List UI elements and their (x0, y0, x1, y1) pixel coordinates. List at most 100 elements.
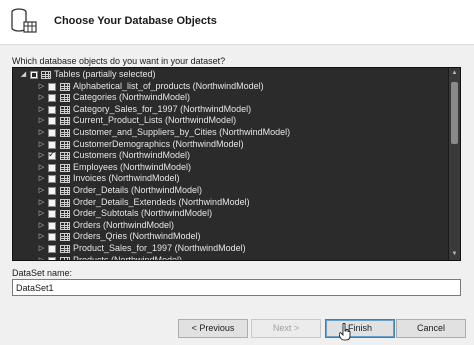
tree-item[interactable]: ▷ Customer_and_Suppliers_by_Cities (North… (13, 127, 448, 139)
table-icon (60, 82, 70, 91)
tree-item[interactable]: ▷ Current_Product_Lists (NorthwindModel) (13, 115, 448, 127)
item-checkbox[interactable] (48, 244, 56, 253)
item-checkbox[interactable] (48, 221, 56, 230)
table-icon (60, 221, 70, 230)
item-checkbox[interactable] (48, 233, 56, 242)
expand-arrow-icon[interactable]: ▷ (37, 127, 46, 139)
table-icon (60, 244, 70, 253)
tree-item-label: Products (NorthwindModel) (73, 254, 183, 261)
table-icon (60, 105, 70, 114)
table-icon (60, 163, 70, 172)
vertical-scrollbar[interactable]: ▲ ▼ (448, 68, 460, 260)
cancel-button[interactable]: Cancel (396, 319, 466, 338)
database-wizard-icon (11, 8, 37, 33)
tree-node-label: Tables (partially selected) (54, 69, 156, 79)
scroll-down-arrow-icon[interactable]: ▼ (449, 249, 460, 260)
tree-item[interactable]: ▷ Order_Subtotals (NorthwindModel) (13, 208, 448, 220)
tree-item[interactable]: ▷ Alphabetical_list_of_products (Northwin… (13, 81, 448, 93)
tree-item[interactable]: ▷ Orders (NorthwindModel) (13, 220, 448, 232)
tree-item-label: Customer_and_Suppliers_by_Cities (Northw… (73, 126, 291, 137)
page-title: Choose Your Database Objects (54, 15, 217, 27)
item-checkbox[interactable] (48, 150, 56, 162)
expand-arrow-icon[interactable]: ▷ (37, 92, 46, 104)
item-checkbox[interactable] (48, 175, 56, 184)
tree-item[interactable]: ▷ Product_Sales_for_1997 (NorthwindModel) (13, 243, 448, 255)
scroll-up-arrow-icon[interactable]: ▲ (449, 68, 460, 79)
tree-item-label: Order_Details_Extendeds (NorthwindModel) (73, 196, 250, 207)
table-icon (60, 117, 70, 126)
dataset-name-input[interactable] (12, 279, 461, 296)
tree-item[interactable]: ▷ Orders_Qries (NorthwindModel) (13, 231, 448, 243)
table-icon (60, 256, 70, 260)
expand-arrow-icon[interactable]: ▷ (37, 173, 46, 185)
item-checkbox[interactable] (48, 105, 56, 114)
item-checkbox[interactable] (48, 140, 56, 149)
tree-item[interactable]: ▷ Employees (NorthwindModel) (13, 162, 448, 174)
scroll-thumb[interactable] (451, 82, 458, 144)
tree-item-label: Orders (NorthwindModel) (73, 219, 175, 230)
tree-item-label: CustomerDemographics (NorthwindModel) (73, 138, 244, 149)
tree-item-label: Order_Details (NorthwindModel) (73, 184, 203, 195)
tree-item[interactable]: ▷ Order_Details (NorthwindModel) (13, 185, 448, 197)
tree-item-label: Invoices (NorthwindModel) (73, 173, 180, 184)
tree-item-label: Orders_Qries (NorthwindModel) (73, 231, 201, 242)
expand-arrow-icon[interactable]: ▷ (37, 185, 46, 197)
tree-item-label: Alphabetical_list_of_products (Northwind… (73, 80, 264, 91)
tree-item-label: Product_Sales_for_1997 (NorthwindModel) (73, 242, 246, 253)
table-icon (60, 140, 70, 149)
expand-arrow-icon[interactable]: ▷ (37, 104, 46, 116)
expand-arrow-icon[interactable]: ▷ (37, 255, 46, 261)
tree-item-label: Customers (NorthwindModel) (73, 150, 191, 161)
item-checkbox[interactable] (48, 186, 56, 195)
mouse-pointer-icon (339, 323, 351, 341)
tables-checkbox[interactable] (30, 71, 38, 79)
tree-item[interactable]: ▷ CustomerDemographics (NorthwindModel) (13, 139, 448, 151)
expand-arrow-icon[interactable]: ▷ (37, 231, 46, 243)
table-icon (60, 175, 70, 184)
expand-arrow-icon[interactable]: ▷ (37, 150, 46, 162)
table-icon (60, 186, 70, 195)
tree-item-label: Order_Subtotals (NorthwindModel) (73, 208, 213, 219)
item-checkbox[interactable] (48, 198, 56, 207)
table-icon (60, 152, 70, 161)
collapse-arrow-icon[interactable]: ◢ (19, 69, 28, 81)
tree-rows: ◢ Tables (partially selected) ▷ Alphabeti… (13, 69, 448, 261)
wizard-header: Choose Your Database Objects (0, 0, 474, 45)
table-icon (60, 128, 70, 137)
table-icon (60, 94, 70, 103)
expand-arrow-icon[interactable]: ▷ (37, 81, 46, 93)
tree-item[interactable]: ▷ Order_Details_Extendeds (NorthwindModel… (13, 197, 448, 209)
objects-prompt: Which database objects do you want in yo… (12, 56, 226, 66)
item-checkbox[interactable] (48, 94, 56, 103)
previous-button[interactable]: < Previous (178, 319, 248, 338)
tree-item-label: Current_Product_Lists (NorthwindModel) (73, 115, 237, 126)
table-icon (41, 71, 51, 79)
item-checkbox[interactable] (48, 256, 56, 260)
expand-arrow-icon[interactable]: ▷ (37, 243, 46, 255)
tree-item[interactable]: ▷ Categories (NorthwindModel) (13, 92, 448, 104)
next-button[interactable]: Next > (251, 319, 321, 338)
table-icon (60, 198, 70, 207)
expand-arrow-icon[interactable]: ▷ (37, 197, 46, 209)
expand-arrow-icon[interactable]: ▷ (37, 220, 46, 232)
expand-arrow-icon[interactable]: ▷ (37, 208, 46, 220)
item-checkbox[interactable] (48, 163, 56, 172)
database-objects-tree[interactable]: ◢ Tables (partially selected) ▷ Alphabeti… (12, 67, 461, 261)
finish-button[interactable]: Finish (325, 319, 395, 338)
table-icon (60, 233, 70, 242)
dataset-name-label: DataSet name: (12, 268, 73, 278)
tree-item[interactable]: ▷ Products (NorthwindModel) (13, 254, 448, 261)
tree-item-label: Employees (NorthwindModel) (73, 161, 192, 172)
item-checkbox[interactable] (48, 128, 56, 137)
expand-arrow-icon[interactable]: ▷ (37, 139, 46, 151)
expand-arrow-icon[interactable]: ▷ (37, 115, 46, 127)
tree-item[interactable]: ▷ Category_Sales_for_1997 (NorthwindModel… (13, 104, 448, 116)
tree-node-tables[interactable]: ◢ Tables (partially selected) (13, 69, 448, 81)
tree-item[interactable]: ▷ Customers (NorthwindModel) (13, 150, 448, 162)
item-checkbox[interactable] (48, 117, 56, 126)
tree-item[interactable]: ▷ Invoices (NorthwindModel) (13, 173, 448, 185)
item-checkbox[interactable] (48, 210, 56, 219)
expand-arrow-icon[interactable]: ▷ (37, 162, 46, 174)
table-icon (60, 210, 70, 219)
item-checkbox[interactable] (48, 82, 56, 91)
